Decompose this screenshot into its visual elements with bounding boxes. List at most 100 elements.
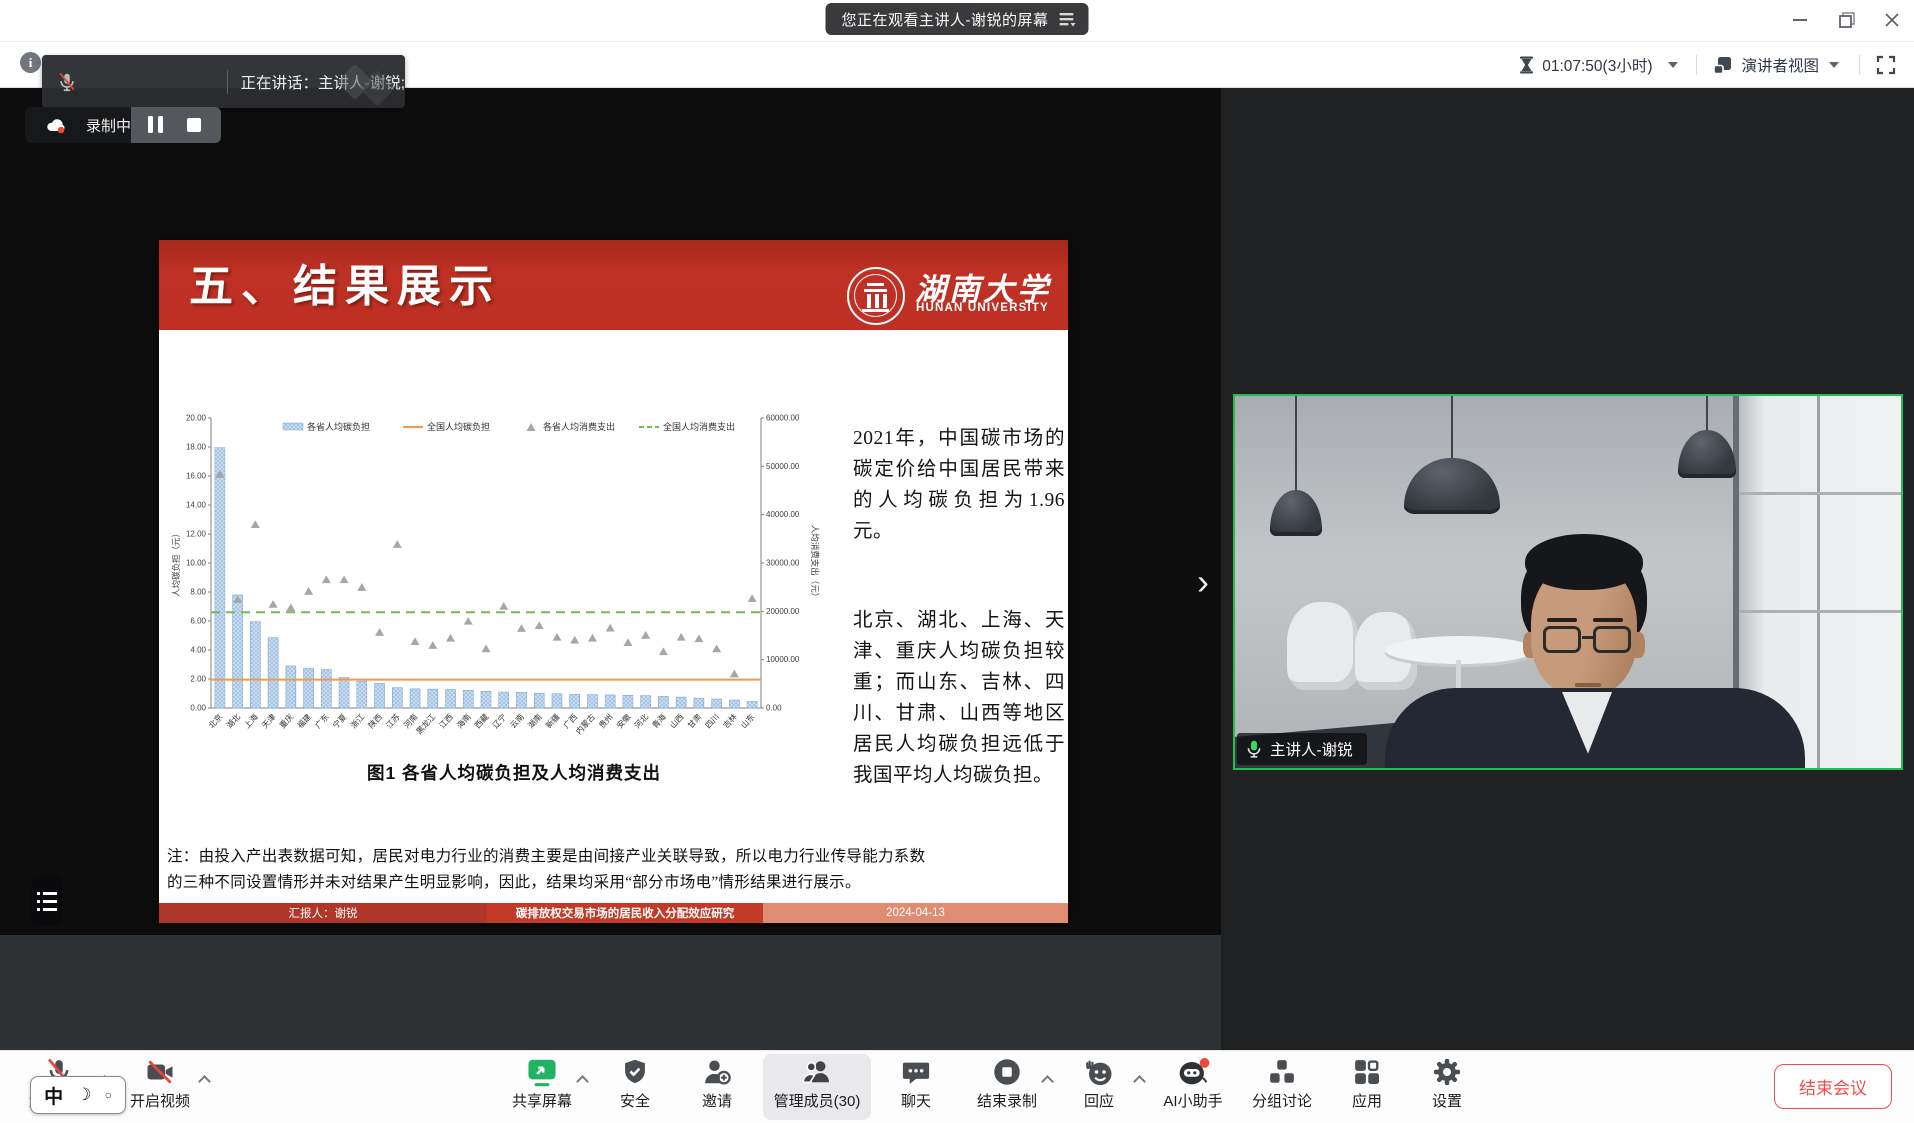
shared-slide: 五、结果展示 五、结果展示 湖南大学 HUNAN UNIVERSITY 0.00… — [159, 240, 1068, 923]
restore-button[interactable] — [1833, 6, 1861, 34]
svg-text:北京: 北京 — [206, 712, 224, 731]
settings-gear-icon — [1432, 1057, 1462, 1087]
svg-text:全国人均消费支出: 全国人均消费支出 — [663, 421, 735, 432]
ime-language-bar[interactable]: 中 ☽ ○ — [30, 1076, 126, 1114]
svg-text:16.00: 16.00 — [186, 472, 207, 481]
svg-text:贵州: 贵州 — [597, 712, 615, 731]
settings-button[interactable]: 设置 — [1392, 1057, 1502, 1111]
slide-footer-title: 碳排放权交易市场的居民收入分配效应研究 — [487, 903, 763, 923]
svg-text:青海: 青海 — [650, 712, 668, 731]
svg-text:西藏: 西藏 — [472, 712, 490, 731]
slide-note: 注：由投入产出表数据可知，居民对电力行业的消费主要是由间接产业关联导致，所以电力… — [167, 844, 1061, 896]
presenter-eyebrow — [1547, 618, 1577, 622]
video-name-label: 主讲人-谢锐 — [1237, 733, 1367, 765]
recording-controls — [131, 107, 221, 143]
apps-icon — [1352, 1057, 1382, 1087]
end-meeting-button[interactable]: 结束会议 — [1774, 1064, 1892, 1109]
note-line-1: 注：由投入产出表数据可知，居民对电力行业的消费主要是由间接产业关联导致，所以电力… — [167, 848, 925, 865]
speaker-view-icon — [1713, 55, 1733, 75]
svg-text:新疆: 新疆 — [543, 712, 561, 731]
university-seal-logo — [847, 267, 905, 325]
recording-status: 录制中 — [25, 107, 131, 143]
watching-screen-label: 您正在观看主讲人-谢锐的屏幕 — [842, 9, 1049, 30]
svg-text:各省人均碳负担: 各省人均碳负担 — [307, 421, 370, 432]
minimize-button[interactable] — [1786, 6, 1814, 34]
svg-text:宁夏: 宁夏 — [330, 712, 348, 731]
slide-header-band: 五、结果展示 五、结果展示 湖南大学 HUNAN UNIVERSITY — [159, 240, 1068, 330]
pendant-lamp — [1270, 490, 1322, 536]
invite-label: 邀请 — [662, 1090, 772, 1111]
members-icon — [801, 1057, 833, 1087]
svg-text:海南: 海南 — [455, 712, 473, 731]
svg-text:10000.00: 10000.00 — [766, 655, 800, 664]
svg-text:湖南: 湖南 — [526, 712, 544, 731]
pause-recording-button[interactable] — [145, 116, 165, 134]
chat-icon — [901, 1057, 931, 1087]
manage-members-label: 管理成员(30) — [762, 1090, 872, 1111]
shield-check-icon — [621, 1057, 649, 1087]
svg-text:4.00: 4.00 — [190, 646, 206, 655]
invite-button[interactable]: 邀请 — [662, 1057, 772, 1111]
presenter-hair-fringe — [1525, 534, 1643, 590]
settings-label: 设置 — [1392, 1090, 1502, 1111]
svg-text:江苏: 江苏 — [384, 712, 402, 731]
agenda-list-button[interactable] — [31, 876, 63, 926]
svg-text:河北: 河北 — [632, 712, 650, 731]
view-mode-caret[interactable] — [1829, 62, 1839, 68]
slide-footer-presenter: 汇报人：谢锐 — [159, 903, 487, 923]
svg-text:8.00: 8.00 — [190, 588, 206, 597]
watching-screen-pill[interactable]: 您正在观看主讲人-谢锐的屏幕 — [826, 3, 1089, 35]
meeting-toolbar-bottom: 解除静音 开启视频 共享屏幕 安全 邀请 — [0, 1050, 1914, 1123]
view-mode-label[interactable]: 演讲者视图 — [1741, 54, 1819, 76]
university-name-en: HUNAN UNIVERSITY — [916, 302, 1049, 314]
figure-caption: 图1 各省人均碳负担及人均消费支出 — [274, 760, 754, 785]
lamp-cord — [1451, 396, 1453, 460]
stop-record-icon — [992, 1057, 1022, 1087]
fullscreen-icon[interactable] — [1876, 55, 1896, 75]
collapse-panel-chevron[interactable]: › — [1188, 552, 1218, 612]
svg-text:广东: 广东 — [313, 712, 331, 731]
glasses-right-lens — [1593, 626, 1631, 653]
svg-text:内蒙古: 内蒙古 — [573, 712, 596, 737]
chart-svg: 0.002.004.006.008.0010.0012.0014.0016.00… — [171, 388, 826, 758]
presenter-video[interactable]: 主讲人-谢锐 — [1233, 394, 1903, 770]
breakout-rooms-icon — [1267, 1057, 1297, 1087]
meeting-timer[interactable]: 01:07:50(3小时) — [1542, 54, 1652, 76]
close-button[interactable] — [1878, 6, 1906, 34]
svg-text:安徽: 安徽 — [614, 712, 632, 731]
svg-text:12.00: 12.00 — [186, 530, 207, 539]
note-line-2: 的三种不同设置情形并未对结果产生明显影响，因此，结果均采用“部分市场电”情形结果… — [167, 874, 861, 891]
camera-muted-icon — [145, 1057, 175, 1087]
glasses-bridge — [1582, 636, 1594, 639]
pendant-lamp — [1678, 430, 1736, 478]
recording-label: 录制中 — [86, 115, 131, 136]
switch-screen-icon — [1059, 11, 1077, 27]
divider — [1696, 55, 1697, 75]
glasses-left-lens — [1543, 626, 1581, 653]
close-icon — [1884, 12, 1900, 28]
svg-text:18.00: 18.00 — [186, 443, 207, 452]
ime-chinese-mode: 中 — [44, 1082, 63, 1109]
svg-text:10.00: 10.00 — [186, 559, 207, 568]
svg-text:14.00: 14.00 — [186, 501, 207, 510]
stop-recording-button[interactable] — [187, 118, 201, 132]
active-mic-icon — [1245, 739, 1263, 759]
svg-text:四川: 四川 — [704, 712, 721, 730]
svg-text:人均碳负担（元）: 人均碳负担（元） — [171, 529, 181, 597]
info-icon[interactable]: i — [20, 52, 41, 73]
slide-paragraph-1: 2021年，中国碳市场的碳定价给中国居民带来的人均碳负担为1.96元。 — [853, 423, 1065, 547]
slide-title-reflection: 五、结果展示 — [189, 302, 501, 366]
manage-members-button[interactable]: 管理成员(30) — [762, 1057, 872, 1111]
mic-muted-icon — [56, 71, 78, 93]
svg-text:辽宁: 辽宁 — [490, 712, 508, 731]
timer-dropdown-caret[interactable] — [1668, 62, 1678, 68]
speaking-prefix: 正在讲话： — [241, 75, 319, 92]
svg-text:2.00: 2.00 — [190, 675, 206, 684]
svg-text:0.00: 0.00 — [190, 704, 206, 713]
reaction-smiley-icon — [1084, 1057, 1114, 1087]
share-screen-icon — [526, 1057, 558, 1087]
slide-paragraph-2: 北京、湖北、上海、天津、重庆人均碳负担较重；而山东、吉林、四川、甘肃、山西等地区… — [853, 605, 1065, 791]
ime-halfwidth-icon: ☽ — [76, 1085, 91, 1105]
svg-text:各省人均消费支出: 各省人均消费支出 — [543, 421, 615, 432]
svg-text:浙江: 浙江 — [348, 712, 366, 731]
